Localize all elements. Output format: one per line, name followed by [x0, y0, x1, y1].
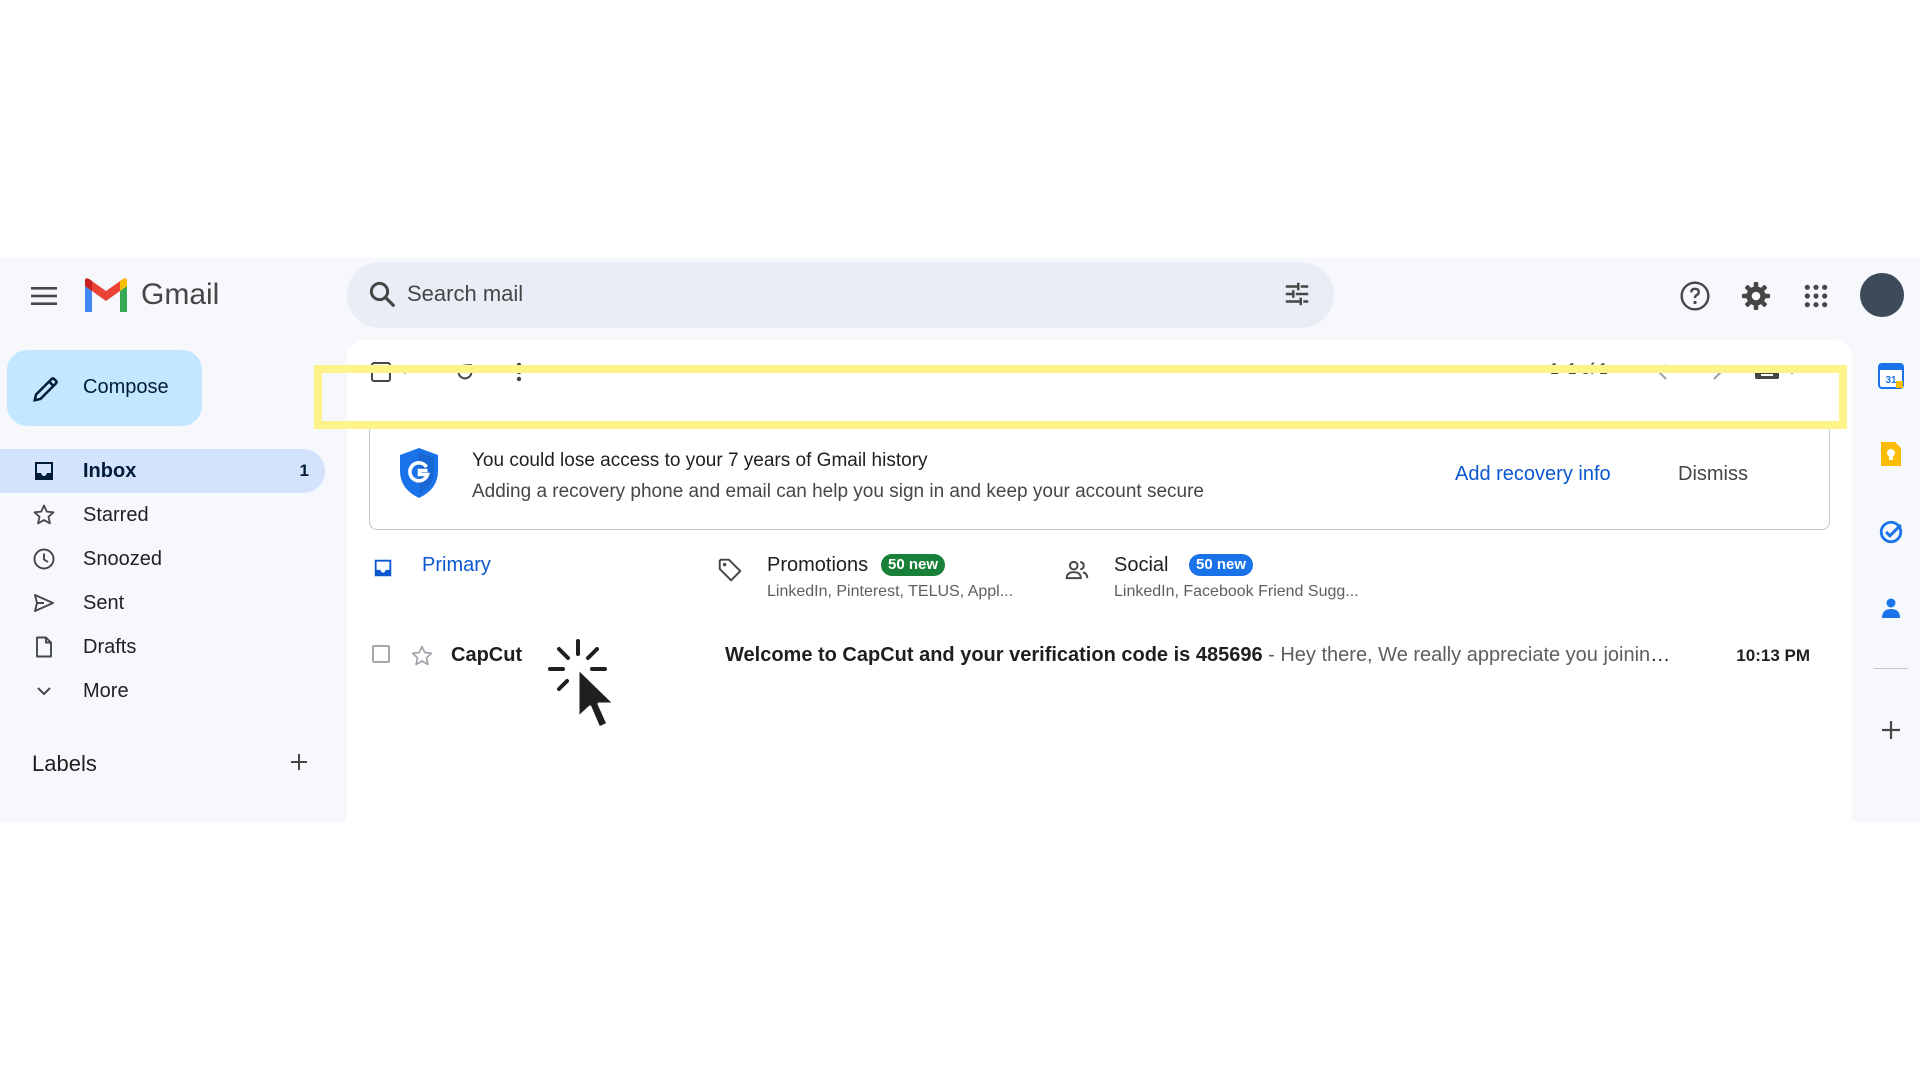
brand-name: Gmail — [141, 278, 220, 311]
email-time: 10:13 PM — [1736, 646, 1810, 665]
sidebar-item-starred[interactable]: Starred — [0, 493, 325, 537]
email-select-checkbox[interactable] — [372, 645, 390, 663]
compose-button[interactable]: Compose — [7, 350, 202, 426]
sidebar-item-more[interactable]: More — [0, 669, 325, 713]
search-options-icon[interactable] — [1282, 279, 1312, 309]
settings-gear-icon[interactable] — [1738, 278, 1774, 314]
apps-grid-icon[interactable] — [1798, 278, 1834, 314]
recovery-banner: You could lose access to your 7 years of… — [369, 424, 1830, 530]
email-subject-line: Welcome to CapCut and your verification … — [725, 644, 1675, 667]
sidebar-item-inbox[interactable]: Inbox 1 — [0, 449, 325, 493]
people-icon — [1064, 557, 1090, 583]
send-icon — [32, 591, 56, 615]
sidebar-item-drafts[interactable]: Drafts — [0, 625, 325, 669]
search-bar[interactable]: Search mail — [347, 262, 1334, 328]
sidebar-item-label: Starred — [83, 504, 149, 526]
search-icon[interactable] — [367, 279, 397, 309]
draft-icon — [32, 635, 56, 659]
unread-count: 1 — [299, 461, 309, 480]
search-input[interactable]: Search mail — [407, 281, 523, 307]
help-icon[interactable] — [1677, 278, 1713, 314]
rail-divider — [1874, 668, 1908, 669]
sidebar-item-sent[interactable]: Sent — [0, 581, 325, 625]
compose-label: Compose — [83, 376, 169, 398]
tab-senders-preview: LinkedIn, Pinterest, TELUS, Appl... — [767, 583, 1014, 600]
chevron-down-icon — [32, 679, 56, 703]
tab-social[interactable]: Social 50 new LinkedIn, Facebook Friend … — [1064, 545, 1384, 617]
sidebar-item-label: Sent — [83, 592, 125, 614]
add-label-icon[interactable] — [287, 750, 311, 774]
sidebar-item-snoozed[interactable]: Snoozed — [0, 537, 325, 581]
banner-subtitle: Adding a recovery phone and email can he… — [472, 481, 1204, 502]
star-icon[interactable] — [410, 644, 434, 668]
tab-label: Social — [1114, 554, 1169, 576]
sidebar-item-label: Snoozed — [83, 548, 162, 570]
mouse-cursor-icon — [545, 638, 625, 740]
gmail-window: Gmail Search mail Compose Inbox 1 Starre… — [0, 258, 1920, 822]
email-sender: CapCut — [451, 644, 523, 666]
keep-notes-icon[interactable] — [1875, 438, 1907, 470]
inbox-icon — [372, 557, 394, 579]
pencil-icon — [31, 374, 61, 404]
tasks-icon[interactable] — [1875, 516, 1907, 548]
clock-icon — [32, 547, 56, 571]
sidebar-item-label: Drafts — [83, 636, 137, 658]
google-shield-icon — [398, 447, 440, 499]
star-icon — [32, 503, 56, 527]
tab-primary[interactable]: Primary — [372, 545, 672, 617]
contacts-icon[interactable] — [1875, 592, 1907, 624]
email-snippet: - Hey there, We really appreciate you jo… — [1262, 644, 1675, 666]
tag-icon — [717, 557, 743, 583]
dismiss-button[interactable]: Dismiss — [1678, 463, 1748, 486]
add-recovery-info-link[interactable]: Add recovery info — [1455, 463, 1611, 486]
tab-senders-preview: LinkedIn, Facebook Friend Sugg... — [1114, 583, 1359, 600]
sidebar-item-label: Inbox — [83, 460, 137, 482]
banner-title: You could lose access to your 7 years of… — [472, 450, 928, 471]
add-addon-icon[interactable] — [1875, 714, 1907, 746]
account-avatar[interactable] — [1860, 273, 1904, 317]
calendar-icon[interactable]: 31 — [1875, 360, 1907, 392]
new-count-badge: 50 new — [881, 554, 946, 576]
sidebar-item-label: More — [83, 680, 129, 702]
tab-label: Promotions — [767, 554, 869, 576]
main-menu-icon[interactable] — [28, 280, 60, 312]
email-subject: Welcome to CapCut and your verification … — [725, 644, 1263, 666]
svg-text:31: 31 — [1885, 375, 1897, 386]
inbox-icon — [32, 459, 56, 483]
labels-heading: Labels — [32, 751, 97, 776]
highlight-box — [314, 365, 1847, 429]
gmail-logo-icon[interactable] — [82, 276, 130, 314]
tab-label: Primary — [422, 554, 491, 576]
new-count-badge: 50 new — [1189, 554, 1254, 576]
tab-promotions[interactable]: Promotions 50 new LinkedIn, Pinterest, T… — [717, 545, 1037, 617]
